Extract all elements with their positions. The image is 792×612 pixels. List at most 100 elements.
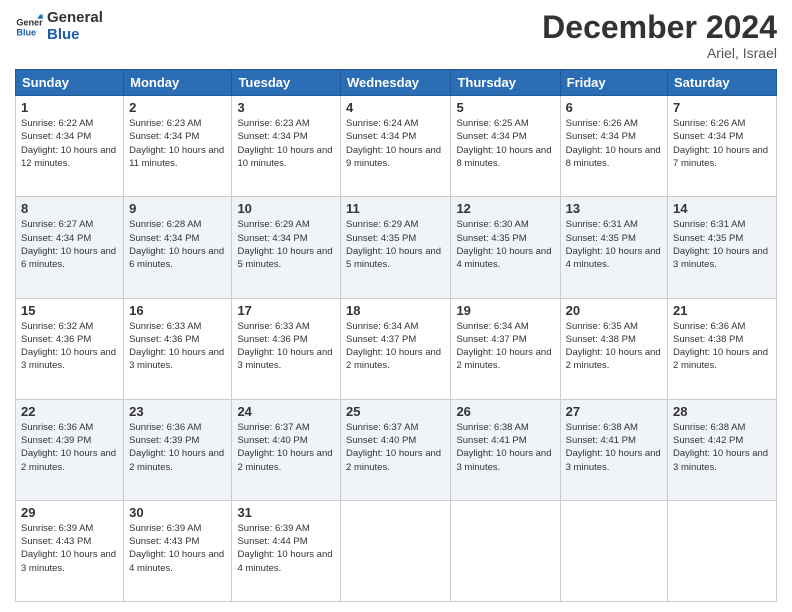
week-row-5: 29Sunrise: 6:39 AM Sunset: 4:43 PM Dayli… <box>16 500 777 601</box>
day-info: Sunrise: 6:38 AM Sunset: 4:42 PM Dayligh… <box>673 421 771 474</box>
day-number: 12 <box>456 201 554 216</box>
header-row: Sunday Monday Tuesday Wednesday Thursday… <box>16 70 777 96</box>
table-row: 27 Sunrise: 6:38 AM Sunset: 4:41 PM Dayli… <box>560 399 667 500</box>
day-number: 18 <box>346 303 445 318</box>
day-info: Sunrise: 6:33 AM Sunset: 4:36 PM Dayligh… <box>129 320 226 373</box>
day-number: 19 <box>456 303 554 318</box>
day-info: Sunrise: 6:29 AM Sunset: 4:34 PM Dayligh… <box>237 218 335 271</box>
logo-icon: General Blue <box>15 13 43 41</box>
logo: General Blue General Blue <box>15 10 103 43</box>
day-number: 14 <box>673 201 771 216</box>
table-row: 15Sunrise: 6:32 AM Sunset: 4:36 PM Dayli… <box>16 298 124 399</box>
table-row: 24Sunrise: 6:37 AM Sunset: 4:40 PM Dayli… <box>232 399 341 500</box>
day-info: Sunrise: 6:34 AM Sunset: 4:37 PM Dayligh… <box>456 320 554 373</box>
day-info: Sunrise: 6:38 AM Sunset: 4:41 PM Dayligh… <box>566 421 662 474</box>
col-monday: Monday <box>124 70 232 96</box>
table-row: 13 Sunrise: 6:31 AM Sunset: 4:35 PM Dayli… <box>560 197 667 298</box>
table-row <box>341 500 451 601</box>
day-number: 11 <box>346 201 445 216</box>
day-number: 28 <box>673 404 771 419</box>
table-row: 28 Sunrise: 6:38 AM Sunset: 4:42 PM Dayli… <box>668 399 777 500</box>
month-title: December 2024 <box>542 10 777 45</box>
table-row: 8 Sunrise: 6:27 AM Sunset: 4:34 PM Daylig… <box>16 197 124 298</box>
day-number: 25 <box>346 404 445 419</box>
table-row: 6 Sunrise: 6:26 AM Sunset: 4:34 PM Daylig… <box>560 96 667 197</box>
day-info: Sunrise: 6:36 AM Sunset: 4:38 PM Dayligh… <box>673 320 771 373</box>
day-info: Sunrise: 6:34 AM Sunset: 4:37 PM Dayligh… <box>346 320 445 373</box>
day-number: 10 <box>237 201 335 216</box>
day-number: 7 <box>673 100 771 115</box>
day-info: Sunrise: 6:39 AM Sunset: 4:44 PM Dayligh… <box>237 522 335 575</box>
table-row: 22 Sunrise: 6:36 AM Sunset: 4:39 PM Dayli… <box>16 399 124 500</box>
day-info: Sunrise: 6:39 AM Sunset: 4:43 PM Dayligh… <box>21 522 118 575</box>
title-block: December 2024 Ariel, Israel <box>542 10 777 61</box>
day-number: 24 <box>237 404 335 419</box>
day-info: Sunrise: 6:39 AM Sunset: 4:43 PM Dayligh… <box>129 522 226 575</box>
day-number: 4 <box>346 100 445 115</box>
day-number: 3 <box>237 100 335 115</box>
week-row-4: 22 Sunrise: 6:36 AM Sunset: 4:39 PM Dayli… <box>16 399 777 500</box>
week-row-1: 1 Sunrise: 6:22 AM Sunset: 4:34 PM Daylig… <box>16 96 777 197</box>
table-row: 19 Sunrise: 6:34 AM Sunset: 4:37 PM Dayli… <box>451 298 560 399</box>
day-info: Sunrise: 6:24 AM Sunset: 4:34 PM Dayligh… <box>346 117 445 170</box>
day-number: 17 <box>237 303 335 318</box>
week-row-3: 15Sunrise: 6:32 AM Sunset: 4:36 PM Dayli… <box>16 298 777 399</box>
table-row: 4 Sunrise: 6:24 AM Sunset: 4:34 PM Daylig… <box>341 96 451 197</box>
day-info: Sunrise: 6:26 AM Sunset: 4:34 PM Dayligh… <box>566 117 662 170</box>
table-row: 1 Sunrise: 6:22 AM Sunset: 4:34 PM Daylig… <box>16 96 124 197</box>
table-row: 9Sunrise: 6:28 AM Sunset: 4:34 PM Daylig… <box>124 197 232 298</box>
table-row: 7 Sunrise: 6:26 AM Sunset: 4:34 PM Daylig… <box>668 96 777 197</box>
day-info: Sunrise: 6:31 AM Sunset: 4:35 PM Dayligh… <box>566 218 662 271</box>
day-number: 27 <box>566 404 662 419</box>
day-number: 6 <box>566 100 662 115</box>
table-row: 10 Sunrise: 6:29 AM Sunset: 4:34 PM Dayli… <box>232 197 341 298</box>
day-info: Sunrise: 6:23 AM Sunset: 4:34 PM Dayligh… <box>237 117 335 170</box>
col-friday: Friday <box>560 70 667 96</box>
col-saturday: Saturday <box>668 70 777 96</box>
day-number: 30 <box>129 505 226 520</box>
table-row: 30 Sunrise: 6:39 AM Sunset: 4:43 PM Dayli… <box>124 500 232 601</box>
table-row: 31 Sunrise: 6:39 AM Sunset: 4:44 PM Dayli… <box>232 500 341 601</box>
day-info: Sunrise: 6:27 AM Sunset: 4:34 PM Dayligh… <box>21 218 118 271</box>
day-info: Sunrise: 6:25 AM Sunset: 4:34 PM Dayligh… <box>456 117 554 170</box>
day-number: 31 <box>237 505 335 520</box>
day-number: 2 <box>129 100 226 115</box>
day-info: Sunrise: 6:22 AM Sunset: 4:34 PM Dayligh… <box>21 117 118 170</box>
table-row <box>668 500 777 601</box>
day-number: 21 <box>673 303 771 318</box>
day-number: 23 <box>129 404 226 419</box>
day-number: 15 <box>21 303 118 318</box>
logo-blue: Blue <box>47 27 103 44</box>
table-row: 14 Sunrise: 6:31 AM Sunset: 4:35 PM Dayli… <box>668 197 777 298</box>
table-row: 12 Sunrise: 6:30 AM Sunset: 4:35 PM Dayli… <box>451 197 560 298</box>
day-info: Sunrise: 6:23 AM Sunset: 4:34 PM Dayligh… <box>129 117 226 170</box>
col-wednesday: Wednesday <box>341 70 451 96</box>
table-row: 11Sunrise: 6:29 AM Sunset: 4:35 PM Dayli… <box>341 197 451 298</box>
day-info: Sunrise: 6:37 AM Sunset: 4:40 PM Dayligh… <box>346 421 445 474</box>
day-info: Sunrise: 6:35 AM Sunset: 4:38 PM Dayligh… <box>566 320 662 373</box>
day-number: 22 <box>21 404 118 419</box>
day-number: 8 <box>21 201 118 216</box>
table-row: 5 Sunrise: 6:25 AM Sunset: 4:34 PM Daylig… <box>451 96 560 197</box>
table-row: 29Sunrise: 6:39 AM Sunset: 4:43 PM Dayli… <box>16 500 124 601</box>
location: Ariel, Israel <box>542 45 777 61</box>
day-number: 20 <box>566 303 662 318</box>
table-row <box>451 500 560 601</box>
day-number: 1 <box>21 100 118 115</box>
day-info: Sunrise: 6:30 AM Sunset: 4:35 PM Dayligh… <box>456 218 554 271</box>
table-row: 3 Sunrise: 6:23 AM Sunset: 4:34 PM Daylig… <box>232 96 341 197</box>
day-info: Sunrise: 6:31 AM Sunset: 4:35 PM Dayligh… <box>673 218 771 271</box>
day-info: Sunrise: 6:38 AM Sunset: 4:41 PM Dayligh… <box>456 421 554 474</box>
table-row: 23Sunrise: 6:36 AM Sunset: 4:39 PM Dayli… <box>124 399 232 500</box>
day-info: Sunrise: 6:33 AM Sunset: 4:36 PM Dayligh… <box>237 320 335 373</box>
table-row: 18 Sunrise: 6:34 AM Sunset: 4:37 PM Dayli… <box>341 298 451 399</box>
day-number: 5 <box>456 100 554 115</box>
day-info: Sunrise: 6:28 AM Sunset: 4:34 PM Dayligh… <box>129 218 226 271</box>
table-row: 21 Sunrise: 6:36 AM Sunset: 4:38 PM Dayli… <box>668 298 777 399</box>
week-row-2: 8 Sunrise: 6:27 AM Sunset: 4:34 PM Daylig… <box>16 197 777 298</box>
day-info: Sunrise: 6:26 AM Sunset: 4:34 PM Dayligh… <box>673 117 771 170</box>
svg-text:Blue: Blue <box>16 27 36 37</box>
day-number: 13 <box>566 201 662 216</box>
day-info: Sunrise: 6:36 AM Sunset: 4:39 PM Dayligh… <box>21 421 118 474</box>
svg-text:General: General <box>16 17 43 27</box>
